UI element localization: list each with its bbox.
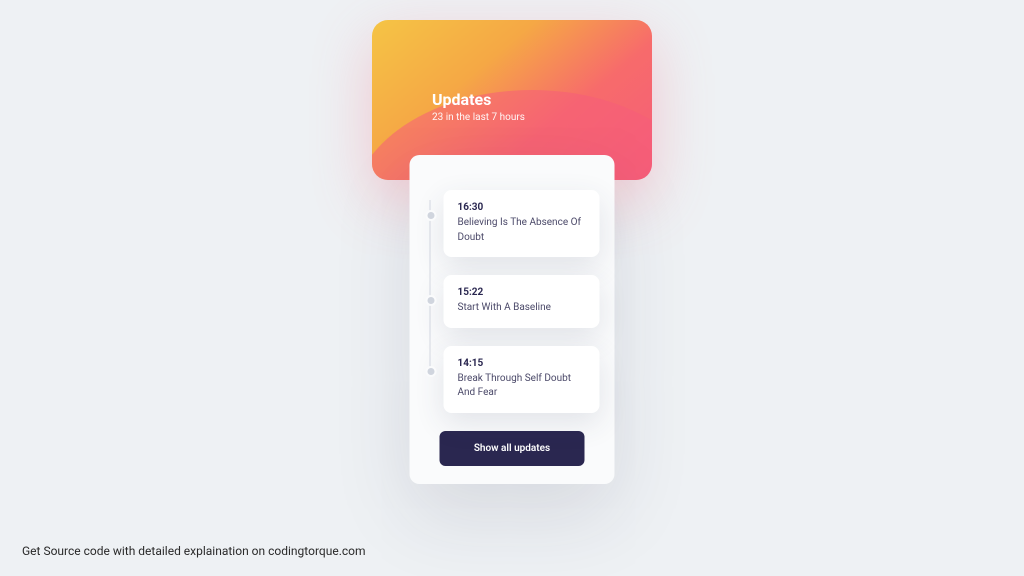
header-subtitle: 23 in the last 7 hours <box>432 112 525 123</box>
timeline-dot-icon <box>426 295 437 306</box>
timeline: 16:30 Believing Is The Absence Of Doubt … <box>410 190 615 413</box>
timeline-dot-icon <box>426 210 437 221</box>
footer-attribution: Get Source code with detailed explainati… <box>22 544 366 558</box>
timeline-card: 14:15 Break Through Self Doubt And Fear <box>444 346 600 413</box>
timeline-card: 16:30 Believing Is The Absence Of Doubt <box>444 190 600 257</box>
show-all-updates-button[interactable]: Show all updates <box>440 431 585 466</box>
timeline-time: 16:30 <box>458 202 586 213</box>
timeline-dot-icon <box>426 366 437 377</box>
timeline-panel: 16:30 Believing Is The Absence Of Doubt … <box>410 155 615 484</box>
timeline-time: 15:22 <box>458 287 586 298</box>
timeline-text: Break Through Self Doubt And Fear <box>458 372 586 401</box>
updates-widget: Updates 23 in the last 7 hours 16:30 Bel… <box>372 20 652 180</box>
timeline-text: Believing Is The Absence Of Doubt <box>458 216 586 245</box>
timeline-item[interactable]: 15:22 Start With A Baseline <box>432 275 600 328</box>
timeline-time: 14:15 <box>458 358 586 369</box>
header-content: Updates 23 in the last 7 hours <box>432 90 525 123</box>
timeline-card: 15:22 Start With A Baseline <box>444 275 600 328</box>
header-title: Updates <box>432 90 525 109</box>
timeline-line <box>430 200 431 373</box>
timeline-item[interactable]: 16:30 Believing Is The Absence Of Doubt <box>432 190 600 257</box>
timeline-item[interactable]: 14:15 Break Through Self Doubt And Fear <box>432 346 600 413</box>
timeline-text: Start With A Baseline <box>458 301 586 316</box>
